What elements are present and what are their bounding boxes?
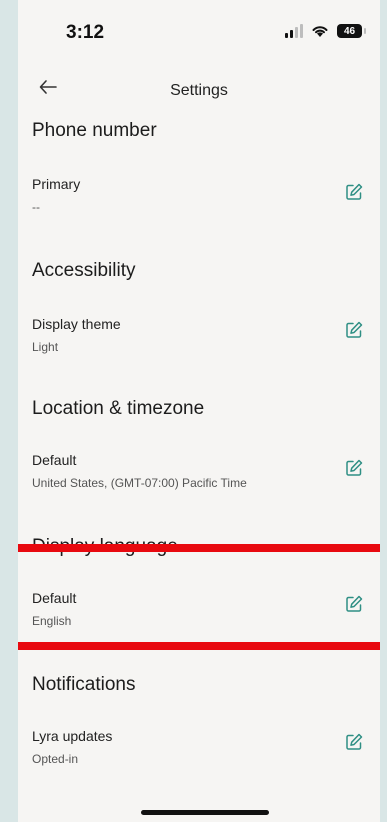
edit-notifications-button[interactable] <box>344 732 364 752</box>
edit-phone-button[interactable] <box>344 182 364 202</box>
setting-value-location-default: United States, (GMT-07:00) Pacific Time <box>32 476 247 490</box>
home-indicator <box>141 810 269 815</box>
edit-location-button[interactable] <box>344 458 364 478</box>
setting-label-display-theme: Display theme <box>32 316 121 332</box>
setting-value-lyra-updates: Opted-in <box>32 752 79 766</box>
section-title-notifications: Notifications <box>32 674 136 695</box>
battery-icon: 46 <box>337 24 366 38</box>
edit-icon <box>346 459 363 476</box>
setting-value-primary: -- <box>32 200 40 214</box>
wifi-icon <box>312 26 328 37</box>
edit-icon <box>346 733 363 750</box>
status-bar: 3:12 46 <box>18 0 380 66</box>
setting-label-primary: Primary <box>32 176 81 192</box>
setting-label-lyra-updates: Lyra updates <box>32 728 113 744</box>
settings-screen: 3:12 46 Settings Phone number Primary -- <box>18 0 380 822</box>
section-title-location-timezone: Location & timezone <box>32 398 205 419</box>
setting-value-display-theme: Light <box>32 340 59 354</box>
highlight-box <box>18 544 380 650</box>
signal-icon <box>285 24 303 38</box>
page-title: Settings <box>170 82 228 99</box>
edit-icon <box>346 183 363 200</box>
section-title-accessibility: Accessibility <box>32 260 136 281</box>
edit-display-theme-button[interactable] <box>344 320 364 340</box>
status-time: 3:12 <box>66 22 105 43</box>
top-nav: Settings <box>18 66 380 116</box>
edit-icon <box>346 321 363 338</box>
section-title-phone-number: Phone number <box>32 120 157 141</box>
status-icons: 46 <box>285 24 366 38</box>
setting-label-location-default: Default <box>32 452 77 468</box>
